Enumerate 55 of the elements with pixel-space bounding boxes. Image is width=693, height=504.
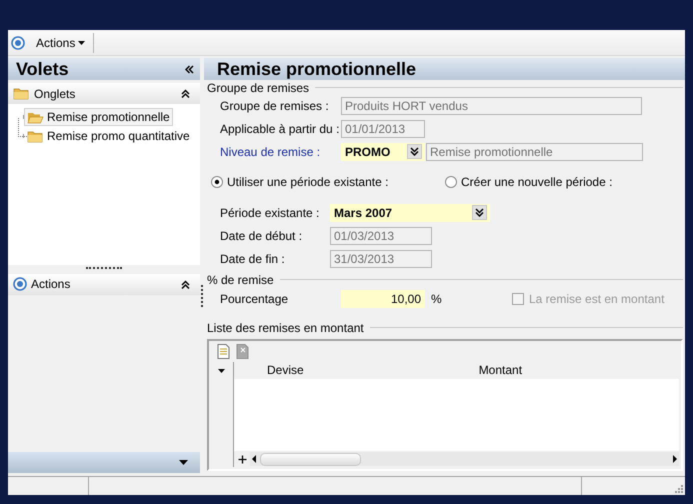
radio-button[interactable]: Créer une nouvelle période : (445, 175, 612, 189)
group-label: Liste des remises en montant (207, 320, 364, 334)
section-title: Actions (31, 277, 72, 291)
chevron-icon[interactable] (181, 89, 190, 98)
text-field[interactable]: 01/03/2013 (330, 226, 432, 244)
scroll-right-icon[interactable] (671, 453, 679, 465)
new-document-icon[interactable] (217, 344, 230, 359)
folder-icon (27, 110, 44, 124)
actions-menu-button[interactable]: Actions (30, 34, 90, 52)
tree-item[interactable]: Remise promo quantitative (24, 127, 193, 145)
target-icon[interactable] (13, 277, 27, 291)
text-field[interactable]: 31/03/2013 (330, 250, 432, 268)
chevron-icon (410, 147, 419, 156)
field-label: Applicable à partir du : (220, 122, 340, 136)
field-label: Pourcentage (220, 292, 290, 306)
section-header[interactable]: Onglets (8, 83, 200, 104)
target-icon[interactable] (11, 36, 25, 50)
combo-box[interactable]: Mars 2007 (330, 204, 490, 222)
folder-icon (27, 130, 44, 142)
delete-document-icon[interactable] (236, 344, 249, 359)
section-header[interactable]: Actions (8, 274, 200, 294)
text-field[interactable]: Remise promotionnelle (426, 142, 643, 160)
dropdown-button[interactable] (472, 205, 487, 220)
combo-box[interactable]: PROMO (341, 142, 425, 160)
folder-icon (13, 87, 30, 100)
field-label: Niveau de remise : (220, 144, 322, 158)
scroll-thumb[interactable] (260, 452, 361, 466)
column-header[interactable]: Devise (267, 362, 304, 379)
chevron-icon (475, 208, 484, 217)
page-title: Remise promotionnelle (217, 58, 416, 80)
text-field[interactable]: 01/01/2013 (341, 120, 425, 138)
collapse-icon[interactable] (185, 64, 194, 74)
caret-icon[interactable] (218, 368, 224, 372)
group-label: Groupe de remises (207, 80, 310, 94)
section-title: Onglets (34, 86, 76, 100)
field-label: Date de début : (220, 228, 304, 242)
radio-button[interactable]: Utiliser une période existante : (211, 175, 445, 189)
scroll-left-icon[interactable] (250, 453, 258, 465)
resize-grip-icon[interactable] (675, 485, 683, 493)
column-header[interactable]: Montant (478, 362, 522, 379)
caret-icon[interactable] (179, 460, 188, 465)
dropdown-button[interactable] (407, 144, 422, 159)
scrollbar[interactable] (250, 452, 679, 466)
text-field[interactable]: Produits HORT vendus (341, 96, 642, 114)
add-icon[interactable] (238, 454, 247, 464)
percentage-field[interactable]: 10,00 (341, 290, 425, 308)
chevron-icon[interactable] (181, 280, 190, 288)
tree-item[interactable]: Remise promotionnelle (24, 108, 173, 126)
field-label: Période existante : (220, 206, 320, 220)
caret-icon (78, 40, 86, 44)
unit-label: % (431, 292, 443, 306)
pane-title: Volets (16, 58, 69, 80)
field-label: Date de fin : (220, 252, 286, 266)
field-label: Groupe de remises : (220, 98, 330, 112)
group-label: % de remise (207, 272, 274, 286)
